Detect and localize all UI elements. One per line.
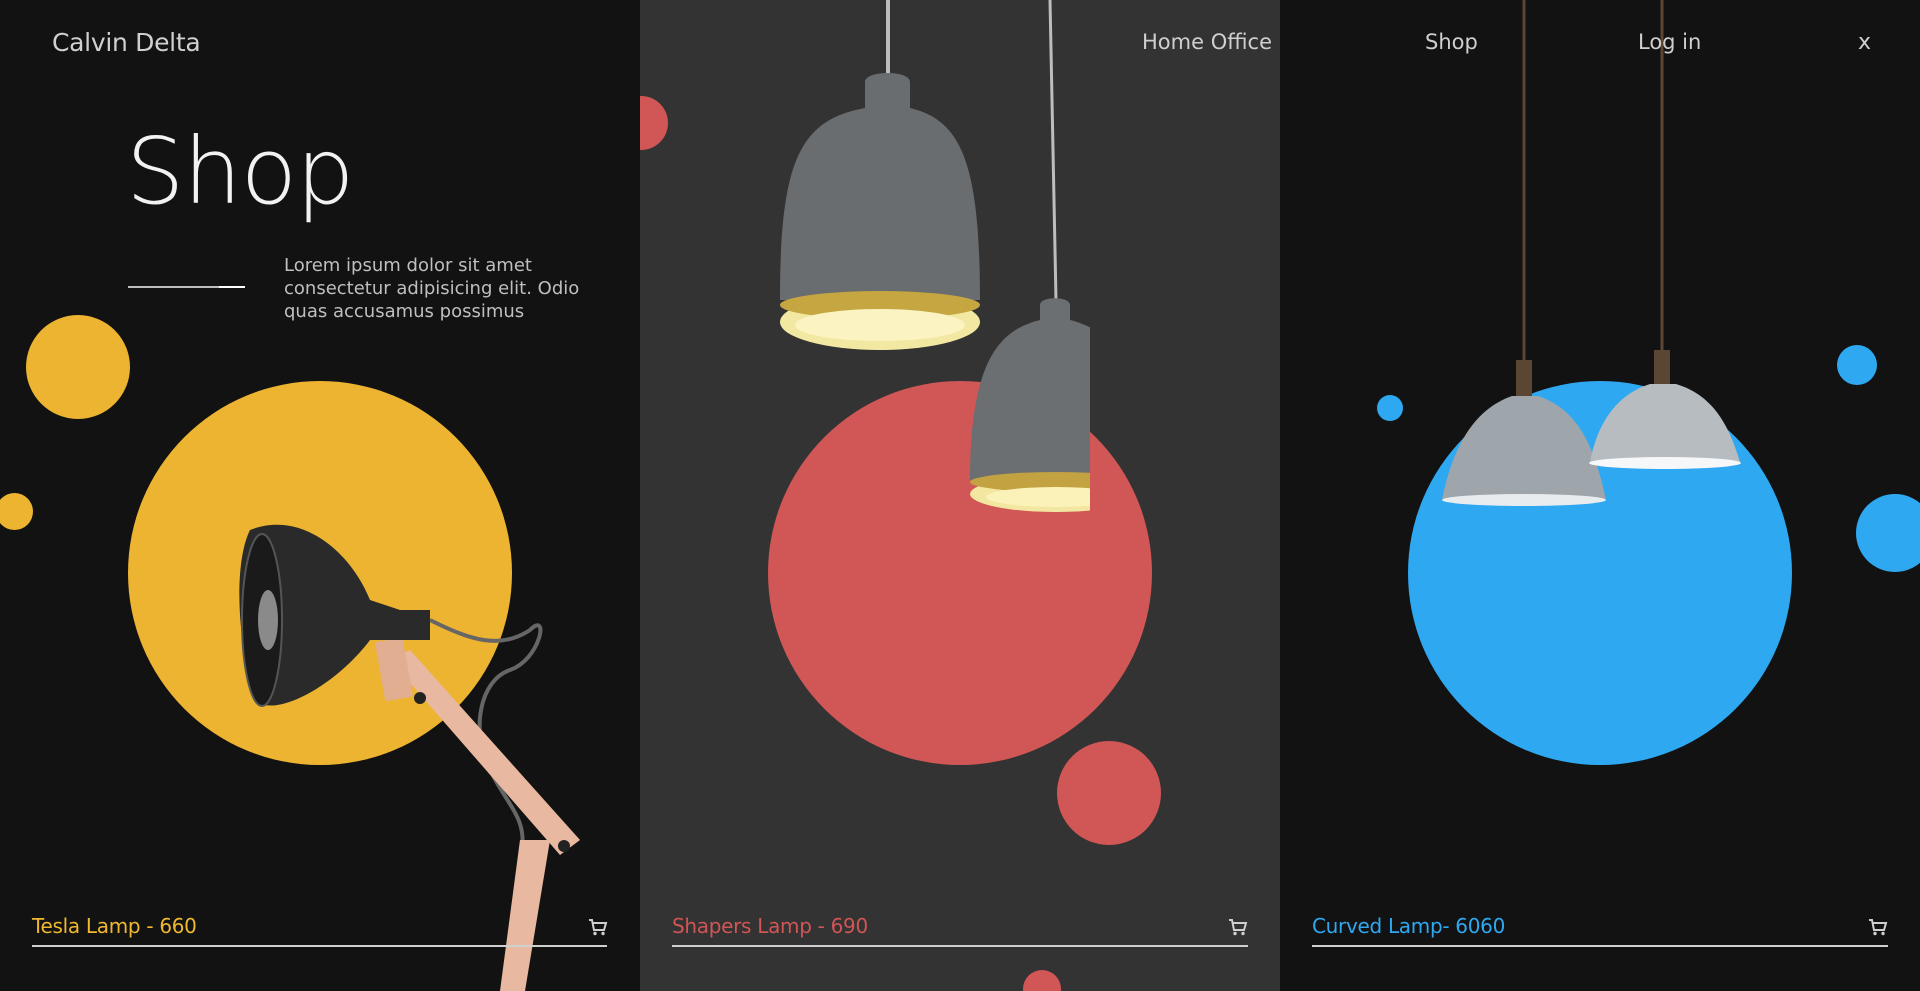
- decor-circle: [0, 493, 33, 530]
- glass-pendants-image[interactable]: [1420, 0, 1760, 520]
- hero-divider: [128, 286, 245, 288]
- product-name-curved[interactable]: Curved Lamp- 6060: [1312, 914, 1505, 938]
- decor-circle: [1837, 345, 1877, 385]
- decor-circle: [26, 315, 130, 419]
- nav-log-in[interactable]: Log in: [1638, 30, 1701, 54]
- decor-circle: [1377, 395, 1403, 421]
- product-underline: [1312, 945, 1888, 947]
- product-underline: [32, 945, 607, 947]
- product-underline: [672, 945, 1248, 947]
- panel-curved: [1280, 0, 1920, 991]
- product-name-tesla[interactable]: Tesla Lamp - 660: [32, 914, 197, 938]
- cart-icon[interactable]: [1228, 918, 1248, 936]
- close-icon[interactable]: x: [1858, 30, 1871, 55]
- cart-icon[interactable]: [588, 918, 608, 936]
- panel-shapers: [640, 0, 1280, 991]
- product-name-shapers[interactable]: Shapers Lamp - 690: [672, 914, 868, 938]
- decor-circle: [1023, 970, 1061, 991]
- decor-circle: [1856, 494, 1920, 572]
- decor-circle: [640, 96, 668, 150]
- hero-description: Lorem ipsum dolor sit amet consectetur a…: [284, 255, 580, 322]
- cart-icon[interactable]: [1868, 918, 1888, 936]
- pendant-lamps-image[interactable]: [770, 0, 1090, 520]
- desk-lamp-image[interactable]: [220, 510, 600, 991]
- nav-shop[interactable]: Shop: [1425, 30, 1478, 54]
- page-title: Shop: [126, 118, 354, 225]
- brand-logo[interactable]: Calvin Delta: [52, 28, 201, 57]
- decor-circle: [1057, 741, 1161, 845]
- nav-home-office[interactable]: Home Office: [1142, 30, 1272, 54]
